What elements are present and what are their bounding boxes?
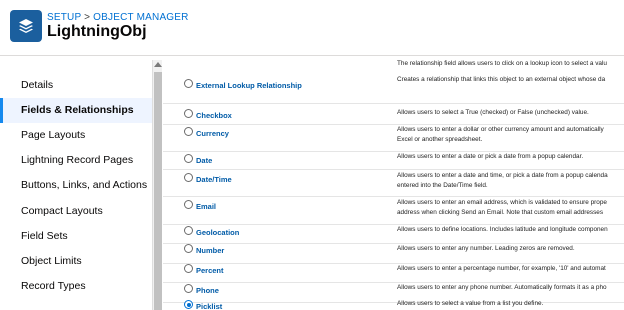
sidebar-item-compact-layouts[interactable]: Compact Layouts bbox=[0, 199, 152, 224]
radio-percent[interactable] bbox=[184, 264, 193, 273]
field-type-description: Allows users to enter a date and time, o… bbox=[397, 171, 624, 191]
field-type-row: Email Allows users to enter an email add… bbox=[163, 197, 624, 225]
radio-geolocation[interactable] bbox=[184, 226, 193, 235]
field-type-list: The relationship field allows users to c… bbox=[163, 56, 624, 310]
field-type-description: Allows users to select a value from a li… bbox=[397, 300, 544, 307]
breadcrumb-setup-link[interactable]: SETUP bbox=[47, 12, 81, 23]
radio-date[interactable] bbox=[184, 154, 193, 163]
page-title: LightningObj bbox=[47, 23, 147, 40]
field-type-label: Number bbox=[196, 246, 225, 255]
sidebar-item-object-limits[interactable]: Object Limits bbox=[0, 249, 152, 274]
layers-icon bbox=[10, 10, 42, 42]
field-type-description: Allows users to enter an email address, … bbox=[397, 198, 624, 218]
description-line: address when clicking Send an Email. Not… bbox=[397, 209, 604, 216]
description-line: Allows users to enter a dollar or other … bbox=[397, 126, 604, 133]
description-line: entered into the Date/Time field. bbox=[397, 182, 488, 189]
radio-external-lookup[interactable] bbox=[184, 79, 193, 88]
radio-picklist[interactable] bbox=[184, 300, 193, 309]
field-type-row: Currency Allows users to enter a dollar … bbox=[163, 125, 624, 152]
field-type-row: Percent Allows users to enter a percenta… bbox=[163, 264, 624, 283]
field-type-description: Creates a relationship that links this o… bbox=[397, 76, 606, 83]
field-type-label: Email bbox=[196, 202, 217, 211]
radio-checkbox[interactable] bbox=[184, 109, 193, 118]
radio-date-time[interactable] bbox=[184, 173, 193, 182]
scroll-up-arrow-icon[interactable] bbox=[154, 62, 162, 67]
field-type-row: Picklist Allows users to select a value … bbox=[163, 300, 624, 310]
field-type-label: Phone bbox=[196, 286, 219, 295]
description-line: Allows users to enter a date and time, o… bbox=[397, 172, 608, 179]
radio-number[interactable] bbox=[184, 244, 193, 253]
field-type-row: Number Allows users to enter any number.… bbox=[163, 244, 624, 264]
field-type-row: Checkbox Allows users to select a True (… bbox=[163, 104, 624, 125]
field-type-description: Allows users to enter a dollar or other … bbox=[397, 125, 624, 145]
page-header: SETUP > OBJECT MANAGER LightningObj bbox=[0, 0, 624, 56]
field-type-description: Allows users to enter any phone number. … bbox=[397, 284, 607, 291]
field-type-row: Geolocation Allows users to define locat… bbox=[163, 225, 624, 244]
sidebar-item-details[interactable]: Details bbox=[0, 73, 152, 98]
field-type-label: Percent bbox=[196, 266, 224, 275]
field-type-label: Date bbox=[196, 156, 213, 165]
description-line: Excel or another spreadsheet. bbox=[397, 136, 483, 143]
sidebar-item-record-types[interactable]: Record Types bbox=[0, 274, 152, 299]
breadcrumb-object-manager-link[interactable]: OBJECT MANAGER bbox=[93, 12, 188, 23]
field-type-label: Picklist bbox=[196, 302, 223, 310]
field-type-description: Allows users to enter a percentage numbe… bbox=[397, 265, 606, 272]
field-type-label: Currency bbox=[196, 129, 229, 138]
field-type-label: Checkbox bbox=[196, 111, 232, 120]
field-type-description: Allows users to enter any number. Leadin… bbox=[397, 245, 575, 252]
field-type-label: Date/Time bbox=[196, 175, 232, 184]
field-type-description: Allows users to select a True (checked) … bbox=[397, 109, 589, 116]
field-type-description: The relationship field allows users to c… bbox=[397, 60, 607, 67]
field-type-row: Date Allows users to enter a date or pic… bbox=[163, 152, 624, 170]
breadcrumb: SETUP > OBJECT MANAGER bbox=[47, 12, 189, 23]
field-type-row: The relationship field allows users to c… bbox=[163, 56, 624, 104]
sidebar-item-lightning-record-pages[interactable]: Lightning Record Pages bbox=[0, 148, 152, 173]
radio-phone[interactable] bbox=[184, 284, 193, 293]
breadcrumb-separator: > bbox=[81, 12, 94, 23]
sidebar-scrollbar[interactable] bbox=[152, 60, 162, 310]
field-type-description: Allows users to enter a date or pick a d… bbox=[397, 153, 584, 160]
sidebar-item-field-sets[interactable]: Field Sets bbox=[0, 224, 152, 249]
radio-email[interactable] bbox=[184, 200, 193, 209]
field-type-description: Allows users to define locations. Includ… bbox=[397, 226, 608, 233]
sidebar-nav: Details Fields & Relationships Page Layo… bbox=[0, 60, 152, 310]
radio-currency[interactable] bbox=[184, 127, 193, 136]
sidebar-item-buttons-links-actions[interactable]: Buttons, Links, and Actions bbox=[0, 173, 152, 198]
scroll-thumb[interactable] bbox=[154, 72, 162, 310]
sidebar-item-page-layouts[interactable]: Page Layouts bbox=[0, 123, 152, 148]
description-line: Allows users to enter an email address, … bbox=[397, 199, 607, 206]
field-type-label: External Lookup Relationship bbox=[196, 81, 302, 90]
sidebar-item-fields-relationships[interactable]: Fields & Relationships bbox=[0, 98, 152, 123]
field-type-label: Geolocation bbox=[196, 228, 240, 237]
field-type-row: Date/Time Allows users to enter a date a… bbox=[163, 170, 624, 197]
